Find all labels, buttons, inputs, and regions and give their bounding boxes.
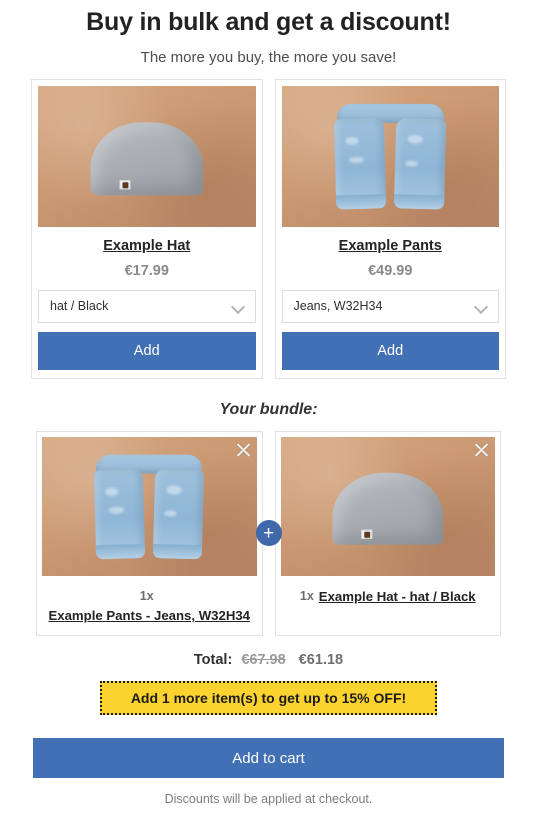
bundle-item-label-pants: 1x Example Pants - Jeans, W32H34 [42,587,257,630]
jeans-cuff [336,193,387,210]
jeans-left-leg [334,118,387,210]
beanie-shape [331,472,444,546]
add-to-cart-button[interactable]: Add to cart [33,738,504,779]
product-price-hat: €17.99 [124,262,169,279]
total-label: Total: [193,652,233,669]
total-discounted-price: €61.18 [298,652,344,669]
add-to-cart-wrapper: Add to cart [0,738,537,779]
bundle-upsell-widget: Buy in bulk and get a discount! The more… [0,0,537,815]
jeans-leg-gap [382,120,399,190]
total-row: Total: €67.98 €61.18 [0,652,537,668]
variant-select-hat[interactable]: hat / Black [38,289,256,323]
variant-select-pants[interactable]: Jeans, W32H34 [281,289,499,323]
bundle-item-pants: 1x Example Pants - Jeans, W32H34 [36,430,263,637]
beanie-label-tag [360,529,372,539]
product-price-pants: €49.99 [368,262,413,279]
jeans-shape [329,102,451,215]
remove-bundle-item-hat-icon[interactable] [473,441,490,458]
jeans-right-leg [393,118,447,210]
beanie-label-tag [119,179,131,189]
product-card-pants: Example Pants €49.99 Jeans, W32H34 Add [274,78,506,379]
bundle-heading: Your bundle: [219,400,318,418]
bundle-item-name-pants[interactable]: Example Pants - Jeans, W32H34 [48,606,250,626]
variant-select-value-pants: Jeans, W32H34 [293,299,383,313]
bundle-item-hat: 1x Example Hat - hat / Black [274,430,501,637]
chevron-down-icon [475,302,488,310]
jeans-cuff [95,543,146,559]
add-button-pants[interactable]: Add [281,331,499,370]
page-title: Buy in bulk and get a discount! [86,8,451,36]
offer-cards-row: Example Hat €17.99 hat / Black Add Examp… [0,78,537,379]
chevron-down-icon [232,302,245,310]
jeans-cuff [393,193,445,210]
remove-bundle-item-pants-icon[interactable] [235,441,252,458]
bundle-items-row: 1x Example Pants - Jeans, W32H34 1x Exam… [0,430,537,637]
beanie-shape [90,122,204,196]
bundle-item-qty-pants: 1x [139,588,154,603]
product-card-hat: Example Hat €17.99 hat / Black Add [31,78,263,379]
jeans-cuff [152,543,203,559]
variant-select-value-hat: hat / Black [50,299,109,313]
product-image-pants [281,85,499,227]
bundle-item-qty-hat: 1x [299,588,314,603]
plus-icon: + [255,520,282,547]
bundle-item-label-hat: 1x Example Hat - hat / Black [281,587,496,630]
product-title-link-pants[interactable]: Example Pants [282,238,500,254]
promo-banner: Add 1 more item(s) to get up to 15% OFF! [100,681,437,716]
product-image-hat [38,85,256,227]
bundle-image-pants [42,436,257,576]
product-title-link-hat[interactable]: Example Hat [38,238,256,254]
page-subtitle: The more you buy, the more you save! [140,48,397,66]
jeans-left-leg [94,468,146,559]
bundle-image-hat [280,436,495,576]
bundle-item-name-hat[interactable]: Example Hat - hat / Black [319,587,476,607]
add-button-hat[interactable]: Add [38,331,256,370]
jeans-shape [89,453,209,564]
promo-banner-wrapper: Add 1 more item(s) to get up to 15% OFF! [0,681,537,716]
total-original-price: €67.98 [241,652,286,669]
jeans-right-leg [152,468,205,559]
checkout-note: Discounts will be applied at checkout. [164,792,373,807]
